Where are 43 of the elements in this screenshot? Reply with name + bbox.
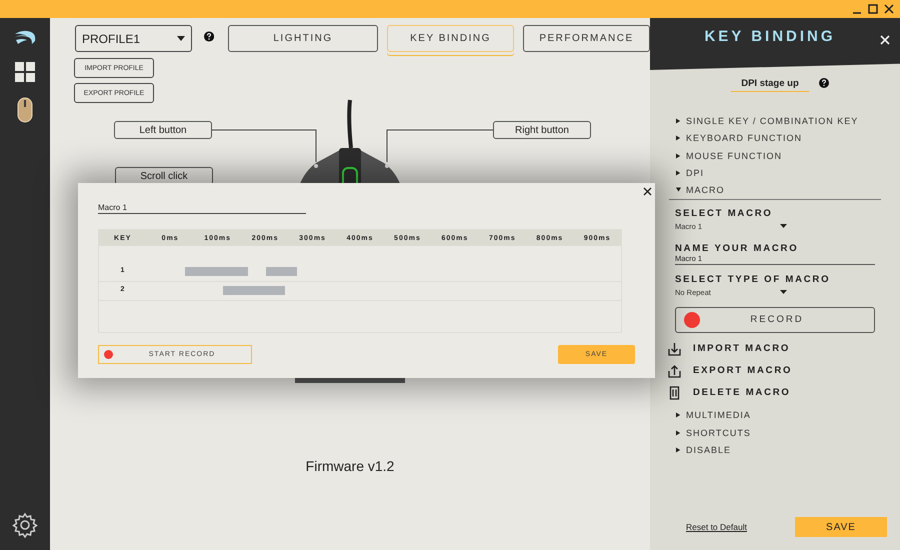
macro-action[interactable]: DELETE MACRO [668,382,881,404]
macro-action[interactable]: IMPORT MACRO [668,338,881,360]
category-item[interactable]: SHORTCUTS [669,424,881,442]
tab[interactable]: LIGHTING [228,25,378,52]
help-icon[interactable] [204,31,214,42]
settings-icon[interactable] [12,512,38,538]
selected-key-label: DPI stage up [731,78,809,92]
grid-icon[interactable] [15,62,35,82]
caret-down-icon [780,290,787,294]
category-item[interactable]: DPI [669,164,881,182]
callout-button[interactable]: Right button [493,121,591,139]
category-item[interactable]: MACRO [669,182,881,200]
category-item[interactable]: MOUSE FUNCTION [669,147,881,164]
category-item[interactable]: SINGLE KEY / COMBINATION KEY [669,112,881,130]
section-label: SELECT TYPE OF MACRO [675,274,832,284]
profile-dropdown[interactable]: PROFILE1 [75,25,192,52]
trash-icon [668,386,681,400]
tab[interactable]: PERFORMANCE [523,25,650,52]
save-button[interactable]: SAVE [795,517,887,537]
upload-icon [668,364,681,378]
category-item[interactable]: MULTIMEDIA [669,406,881,424]
category-item[interactable]: DISABLE [669,442,881,459]
category-item[interactable]: KEYBOARD FUNCTION [669,130,881,147]
caret-down-icon [780,224,787,228]
record-button[interactable]: RECORD [675,306,875,332]
close-icon[interactable] [643,187,652,196]
close-icon[interactable] [884,4,894,14]
mouse-icon[interactable] [16,96,34,124]
panel-title: KEY BINDING [703,28,837,45]
section-label: NAME YOUR MACRO [675,242,800,254]
timeline-bar [223,286,285,295]
timeline-bar [185,267,248,276]
reset-link[interactable]: Reset to Default [686,522,747,532]
timeline-bar [266,267,297,276]
help-icon[interactable] [818,78,829,88]
caret-down-icon [176,36,185,41]
download-icon [668,342,681,356]
maximize-icon[interactable] [868,4,878,14]
firmware-version: Firmware v1.2 [304,458,396,474]
section-label: SELECT MACRO [675,208,774,218]
macro-action[interactable]: EXPORT MACRO [668,360,881,382]
callout-button[interactable]: Left button [114,121,212,139]
macro-name-field[interactable]: Macro 1 [98,203,306,214]
